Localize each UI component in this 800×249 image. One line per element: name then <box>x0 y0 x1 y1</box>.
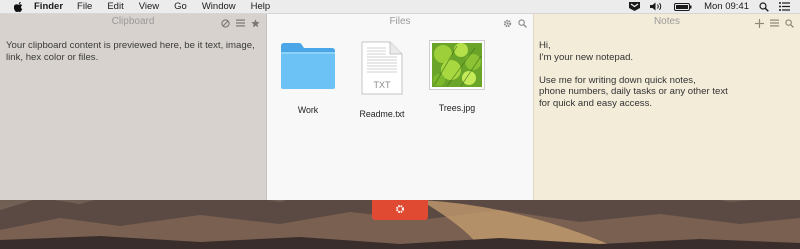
unclutter-icon[interactable] <box>629 2 641 11</box>
gear-icon <box>395 201 405 219</box>
file-badge: TXT <box>374 80 392 90</box>
star-icon[interactable] <box>251 18 260 28</box>
files-toolbar <box>497 16 527 30</box>
file-name: Trees.jpg <box>438 103 476 113</box>
apple-icon[interactable] <box>14 1 24 12</box>
menu-edit[interactable]: Edit <box>107 1 123 12</box>
image-file-icon <box>429 40 485 95</box>
clipboard-preview-text: Your clipboard content is previewed here… <box>6 40 255 63</box>
panels-container: Clipboard Your clipboard content is prev… <box>0 14 800 200</box>
file-item-work[interactable]: Work <box>273 40 343 115</box>
files-panel: Files Work TXT Readme.txt Trees.jpg <box>267 14 533 200</box>
file-name: Work <box>297 105 319 115</box>
menu-bar: Finder File Edit View Go Window Help Mon… <box>0 0 800 14</box>
notes-toolbar <box>749 16 794 30</box>
file-name: Readme.txt <box>359 109 405 119</box>
search-icon[interactable] <box>785 18 794 28</box>
spotlight-icon[interactable] <box>759 1 769 12</box>
menu-file[interactable]: File <box>77 1 92 12</box>
menu-view[interactable]: View <box>139 1 159 12</box>
file-item-trees[interactable]: Trees.jpg <box>422 40 492 113</box>
notes-panel: Notes Hi, I'm your new notepad. Use me f… <box>533 14 800 200</box>
menu-icon[interactable] <box>770 19 779 27</box>
search-icon[interactable] <box>518 18 527 28</box>
battery-icon[interactable] <box>674 2 692 11</box>
gear-icon[interactable] <box>503 19 512 28</box>
clipboard-panel: Clipboard Your clipboard content is prev… <box>0 14 267 200</box>
folder-icon <box>279 40 337 97</box>
clipboard-toolbar <box>215 16 260 30</box>
files-title: Files <box>389 16 411 27</box>
menu-clock[interactable]: Mon 09:41 <box>704 1 749 12</box>
menu-icon[interactable] <box>236 19 245 27</box>
plus-icon[interactable] <box>755 18 764 28</box>
menu-go[interactable]: Go <box>174 1 187 12</box>
clear-icon[interactable] <box>221 18 230 28</box>
menu-help[interactable]: Help <box>251 1 271 12</box>
notes-text-area[interactable]: Hi, I'm your new notepad. Use me for wri… <box>539 40 794 109</box>
menu-window[interactable]: Window <box>202 1 236 12</box>
file-item-readme[interactable]: TXT Readme.txt <box>347 40 417 119</box>
volume-icon[interactable] <box>650 2 664 11</box>
settings-tab-button[interactable] <box>372 200 428 220</box>
text-file-icon: TXT <box>360 40 404 101</box>
notification-list-icon[interactable] <box>779 2 790 11</box>
menu-app-name[interactable]: Finder <box>34 1 63 12</box>
